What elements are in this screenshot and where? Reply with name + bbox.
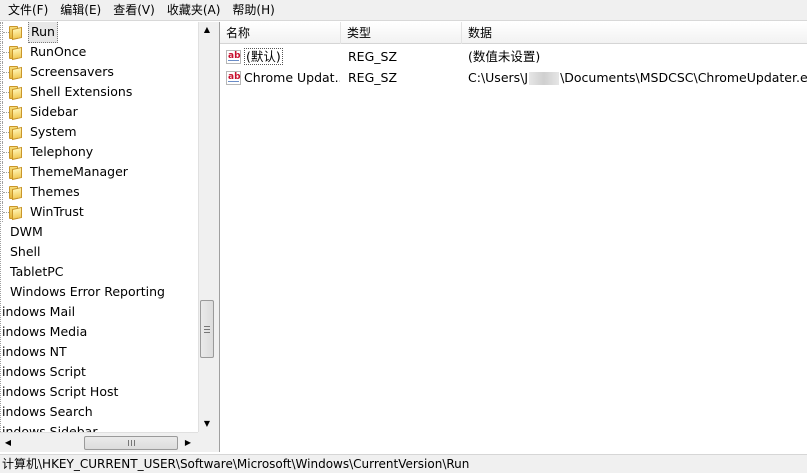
tree-item-label: indows Script Host	[2, 384, 119, 399]
scroll-up-arrow-icon[interactable]: ▲	[199, 22, 215, 38]
value-name: (默认)	[244, 48, 283, 65]
folder-icon	[8, 205, 23, 220]
folder-icon	[8, 185, 23, 200]
tree-item-label: Sidebar	[30, 104, 78, 119]
scrollbar-corner	[198, 432, 214, 452]
tree-item-system[interactable]: System	[0, 122, 79, 142]
tree-item-label: indows NT	[2, 344, 67, 359]
value-data-suffix: \Documents\MSDCSC\ChromeUpdater.exe	[560, 70, 807, 85]
value-type: REG_SZ	[348, 49, 398, 64]
tree-item-windows-nt[interactable]: indows NT	[0, 342, 69, 362]
column-header-data[interactable]: 数据	[462, 22, 807, 44]
tree-item-runonce[interactable]: RunOnce	[0, 42, 88, 62]
column-header-name[interactable]: 名称	[220, 22, 341, 44]
value-type: REG_SZ	[348, 70, 398, 85]
vertical-scroll-thumb[interactable]	[200, 300, 214, 358]
tree-item-windows-media[interactable]: indows Media	[0, 322, 89, 342]
menu-view[interactable]: 查看(V)	[107, 1, 161, 20]
menu-favorites[interactable]: 收藏夹(A)	[161, 1, 227, 20]
value-data: (数值未设置)	[468, 49, 541, 64]
tree-item-screensavers[interactable]: Screensavers	[0, 62, 116, 82]
status-path: 计算机\HKEY_CURRENT_USER\Software\Microsoft…	[2, 457, 470, 471]
menu-help[interactable]: 帮助(H)	[226, 1, 280, 20]
tree-item-windows-script-host[interactable]: indows Script Host	[0, 382, 120, 402]
tree-item-windows-error-reporting[interactable]: Windows Error Reporting	[8, 282, 167, 302]
folder-icon	[8, 25, 23, 40]
list-header: 名称 类型 数据	[220, 22, 807, 44]
tree-item-wintrust[interactable]: WinTrust	[0, 202, 86, 222]
values-list[interactable]: 名称 类型 数据 ab (默认) REG_SZ (数值未设置) ab Chrom…	[220, 22, 807, 452]
menu-edit[interactable]: 编辑(E)	[54, 1, 107, 20]
tree-item-label: RunOnce	[30, 44, 87, 59]
tree-item-label: indows Media	[2, 324, 88, 339]
tree-item-windows-search[interactable]: indows Search	[0, 402, 95, 422]
status-bar: 计算机\HKEY_CURRENT_USER\Software\Microsoft…	[0, 454, 807, 473]
tree-item-label: Run	[28, 22, 58, 43]
tree-item-label: Shell	[10, 244, 41, 259]
tree-item-label: indows Script	[2, 364, 86, 379]
column-header-type[interactable]: 类型	[341, 22, 462, 44]
tree-item-tabletpc[interactable]: TabletPC	[8, 262, 66, 282]
tree-item-shell-extensions[interactable]: Shell Extensions	[0, 82, 134, 102]
tree-item-label: Windows Error Reporting	[10, 284, 165, 299]
tree-item-label: DWM	[10, 224, 43, 239]
value-data: C:\Users\J \Documents\MSDCSC\ChromeUpdate…	[468, 68, 807, 88]
redacted-text	[529, 72, 560, 85]
folder-icon	[8, 105, 23, 120]
value-data-prefix: C:\Users\	[468, 70, 525, 85]
horizontal-scroll-thumb[interactable]	[84, 436, 178, 450]
tree-item-telephony[interactable]: Telephony	[0, 142, 95, 162]
tree-item-label: ThemeManager	[30, 164, 128, 179]
tree-item-label: System	[30, 124, 77, 139]
folder-icon	[8, 145, 23, 160]
scroll-down-arrow-icon[interactable]: ▼	[199, 416, 215, 432]
scroll-left-arrow-icon[interactable]: ◀	[0, 435, 16, 451]
menu-file[interactable]: 文件(F)	[2, 1, 54, 20]
tree-item-themes[interactable]: Themes	[0, 182, 82, 202]
folder-icon	[8, 125, 23, 140]
folder-icon	[8, 85, 23, 100]
tree-item-windows-script[interactable]: indows Script	[0, 362, 88, 382]
tree-item-label: indows Mail	[2, 304, 76, 319]
tree-vertical-scrollbar[interactable]: ▲ ▼	[198, 22, 214, 432]
value-data-initial: J	[524, 70, 529, 85]
folder-icon	[8, 45, 23, 60]
tree-item-shell[interactable]: Shell	[8, 242, 43, 262]
tree-item-label: Shell Extensions	[30, 84, 133, 99]
list-row[interactable]: ab Chrome Updat... REG_SZ C:\Users\J \Doc…	[220, 68, 807, 88]
tree-item-label: Telephony	[30, 144, 94, 159]
tree-item-sidebar[interactable]: Sidebar	[0, 102, 80, 122]
folder-icon	[8, 165, 23, 180]
tree-item-label: Themes	[30, 184, 80, 199]
tree-item-label: Screensavers	[30, 64, 114, 79]
tree-item-windows-mail[interactable]: indows Mail	[0, 302, 77, 322]
tree-item-run[interactable]: Run	[0, 22, 58, 43]
tree-item-thememanager[interactable]: ThemeManager	[0, 162, 130, 182]
value-name: Chrome Updat...	[244, 70, 340, 85]
tree-item-label: indows Search	[2, 404, 93, 419]
ab-string-icon: ab	[226, 71, 241, 85]
tree-item-label: WinTrust	[30, 204, 84, 219]
tree-item-dwm[interactable]: DWM	[8, 222, 45, 242]
registry-tree[interactable]: Run RunOnce Screensavers Shell Extension…	[0, 22, 214, 452]
tree-item-label: TabletPC	[10, 264, 64, 279]
tree-horizontal-scrollbar[interactable]: ◀ ▶	[0, 432, 198, 452]
folder-icon	[8, 65, 23, 80]
menu-bar: 文件(F) 编辑(E) 查看(V) 收藏夹(A) 帮助(H)	[0, 0, 807, 21]
list-row[interactable]: ab (默认) REG_SZ (数值未设置)	[220, 47, 807, 67]
scroll-right-arrow-icon[interactable]: ▶	[180, 435, 196, 451]
ab-string-icon: ab	[226, 50, 241, 64]
